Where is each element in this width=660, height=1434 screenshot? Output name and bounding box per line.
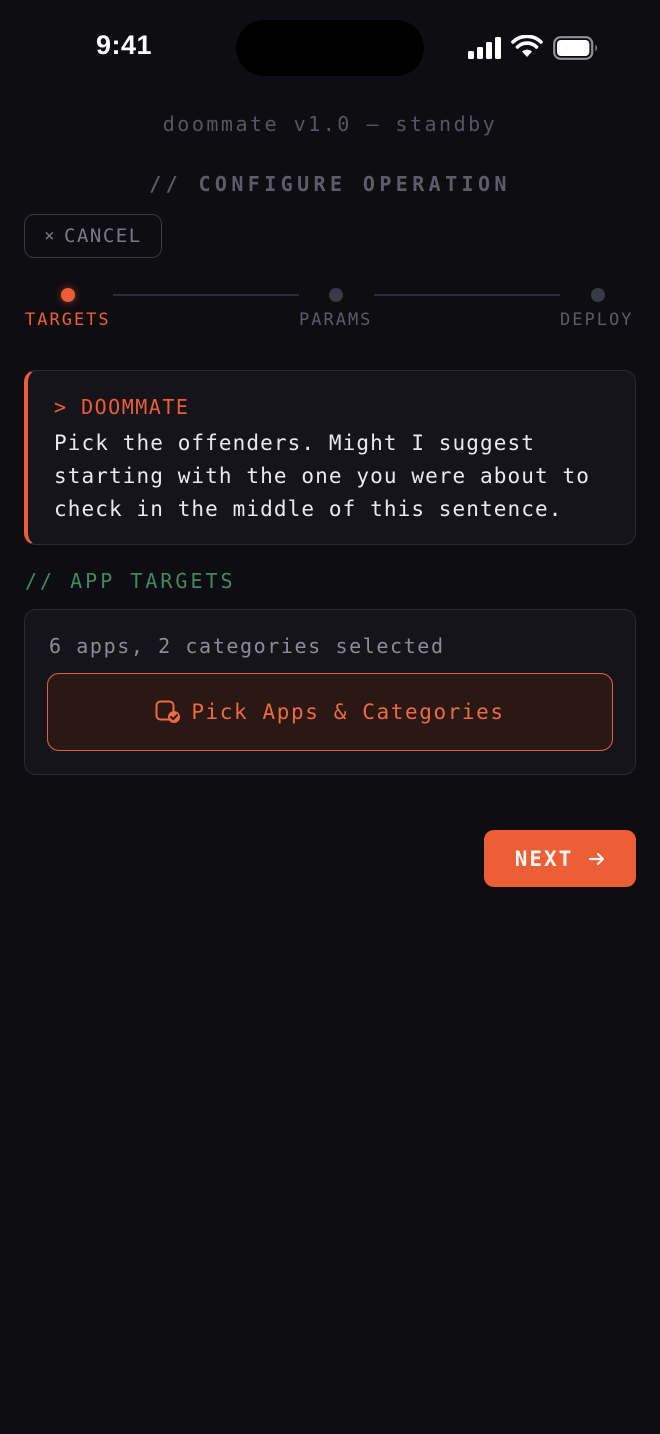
dynamic-island — [236, 20, 424, 76]
next-label: NEXT — [514, 846, 574, 871]
pick-apps-categories-button[interactable]: Pick Apps & Categories — [47, 673, 613, 751]
status-time: 9:41 — [96, 30, 153, 60]
wifi-icon — [511, 35, 543, 57]
close-icon: × — [44, 226, 57, 246]
cancel-button[interactable]: × CANCEL — [24, 214, 162, 258]
step-dot-targets — [61, 288, 75, 302]
doommate-message-card: > DOOMMATE Pick the offenders. Might I s… — [24, 370, 636, 545]
progress-stepper: TARGETS PARAMS DEPLOY — [0, 280, 660, 340]
step-connector — [113, 294, 299, 296]
step-dot-params — [329, 288, 343, 302]
step-label-targets: TARGETS — [25, 310, 111, 330]
arrow-right-icon — [589, 852, 605, 865]
step-connector — [374, 294, 560, 296]
status-bar: 9:41 — [0, 0, 660, 96]
cancel-label: CANCEL — [64, 225, 142, 247]
cellular-signal-icon — [468, 37, 501, 59]
battery-icon — [553, 36, 597, 60]
step-dot-deploy — [591, 288, 605, 302]
app-select-check-icon — [155, 700, 181, 723]
configure-operation-title: // CONFIGURE OPERATION — [149, 172, 511, 196]
message-sender: > DOOMMATE — [54, 395, 190, 419]
app-targets-section-label: // APP TARGETS — [25, 569, 236, 593]
selection-summary: 6 apps, 2 categories selected — [49, 634, 445, 658]
step-label-params: PARAMS — [299, 310, 373, 330]
app-targets-card: 6 apps, 2 categories selected Pick Apps … — [24, 609, 636, 775]
pick-apps-label: Pick Apps & Categories — [191, 700, 505, 724]
app-version-status: doommate v1.0 — standby — [162, 112, 498, 136]
step-label-deploy: DEPLOY — [560, 310, 634, 330]
message-body: Pick the offenders. Might I suggest star… — [54, 431, 590, 521]
next-button[interactable]: NEXT — [484, 830, 636, 887]
